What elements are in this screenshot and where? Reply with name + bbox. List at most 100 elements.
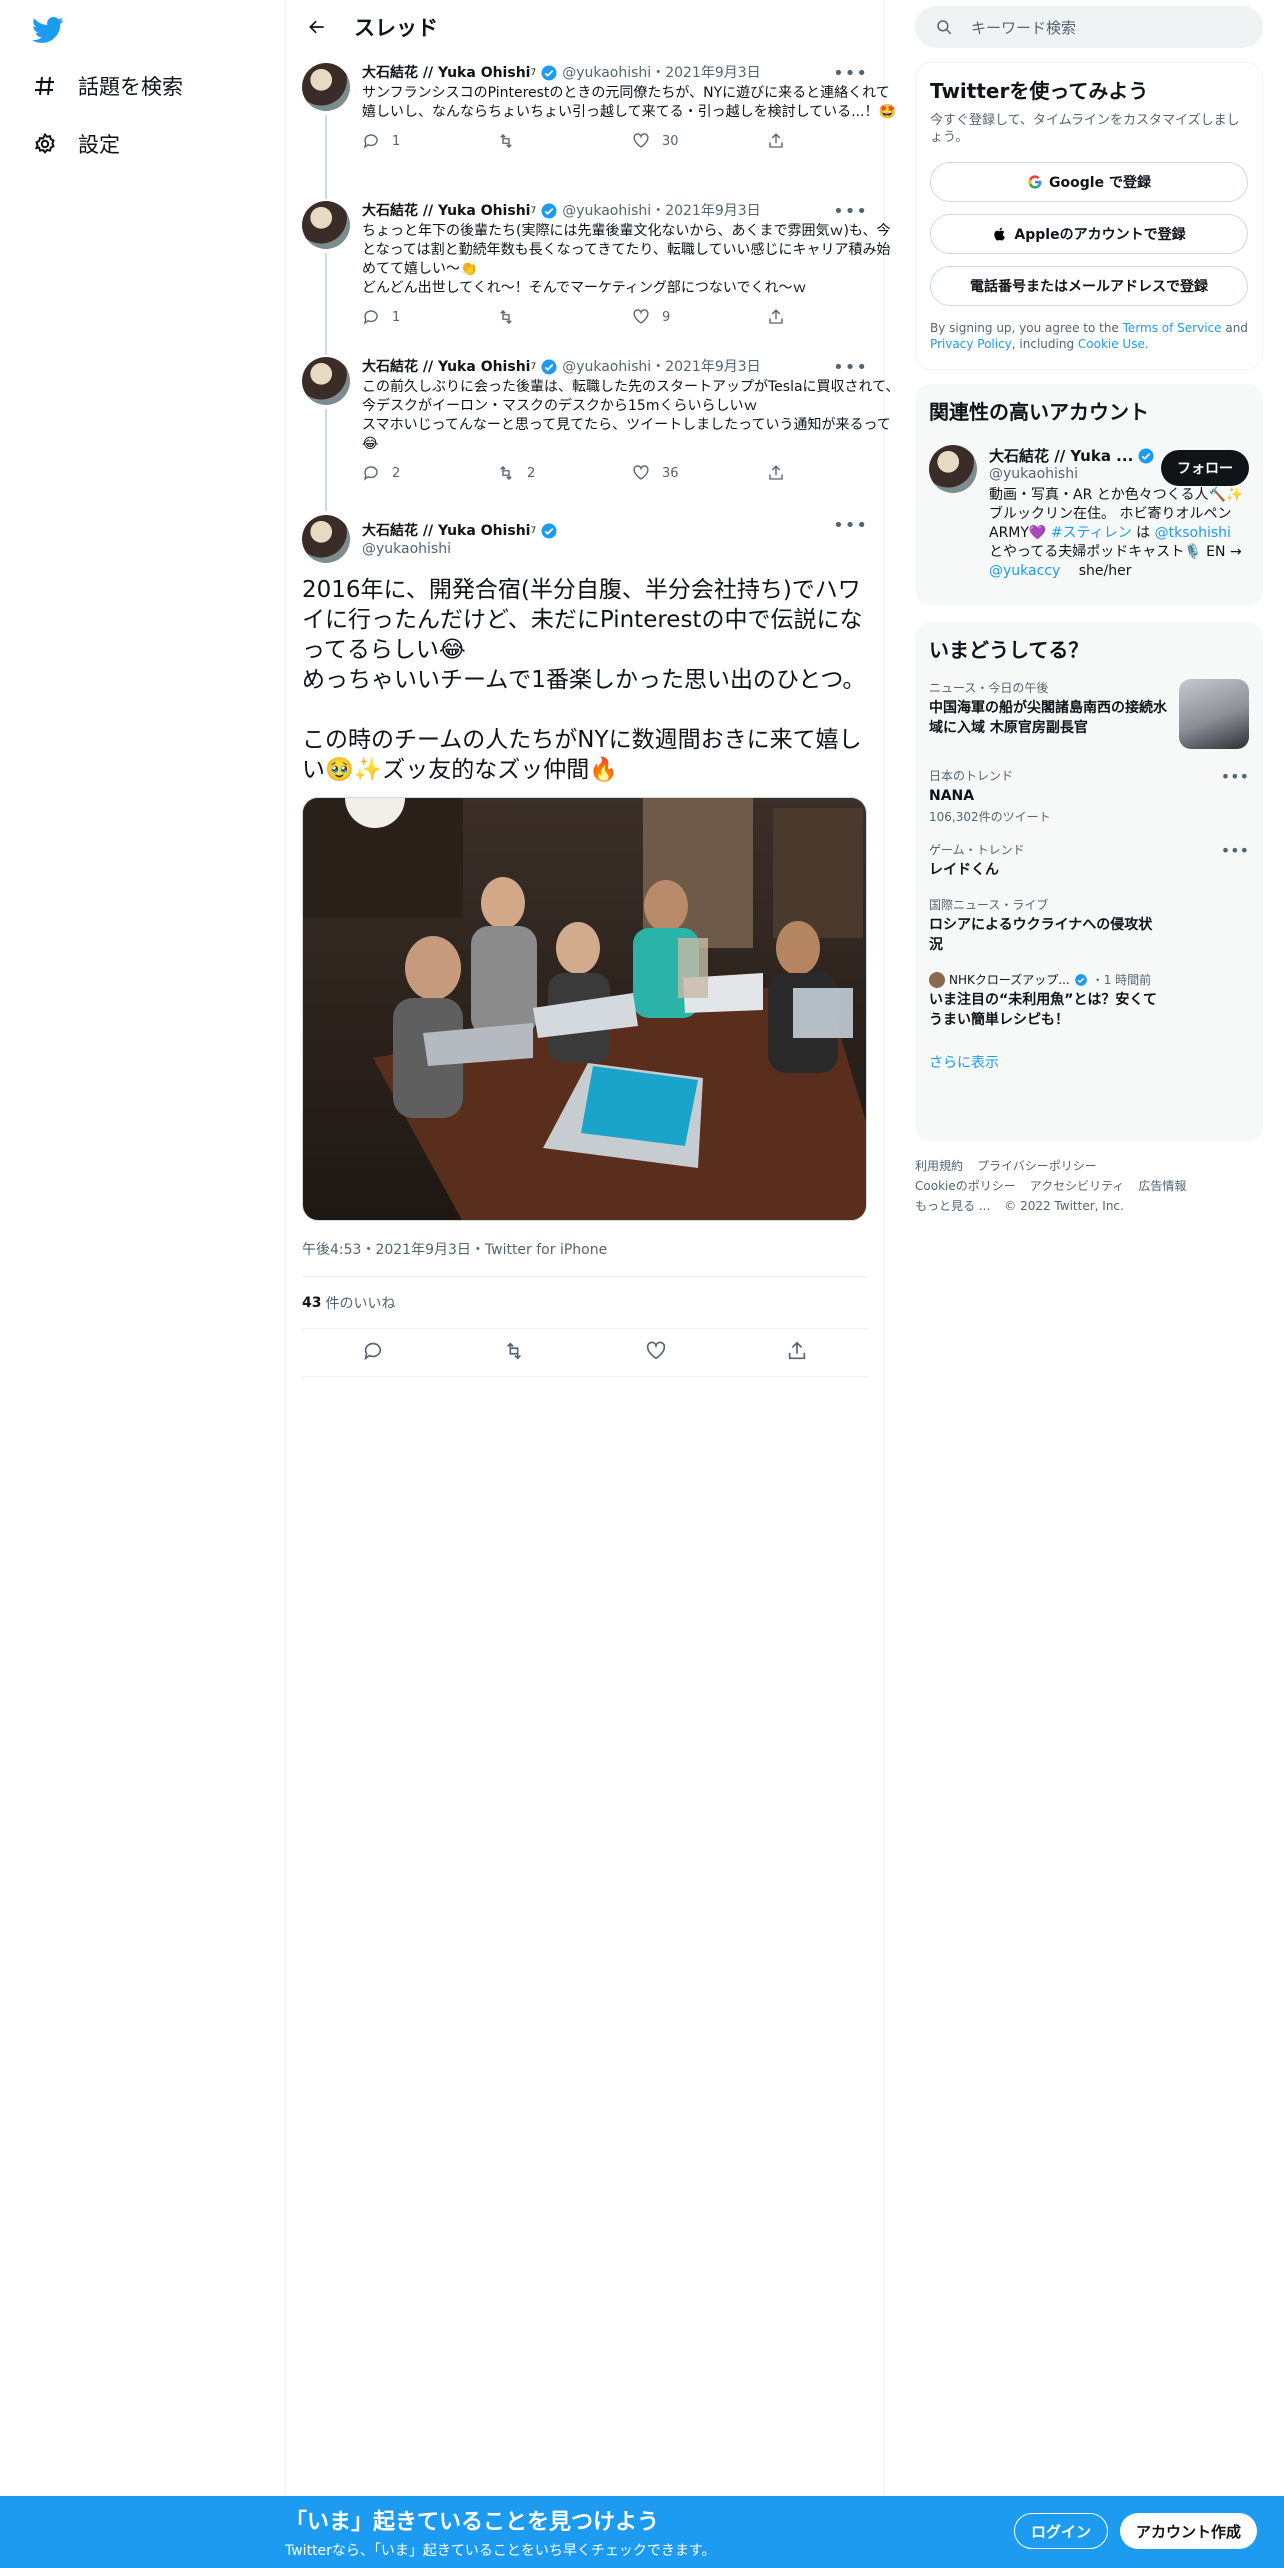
trend-title: 中国海軍の船が尖閣諸島南西の接続水域に入域 木原官房副長官 [929, 700, 1167, 736]
nav-explore[interactable]: 話題を検索 [32, 66, 183, 106]
share-button[interactable] [767, 308, 902, 326]
tweet-date[interactable]: 2021年9月3日 [665, 63, 760, 83]
more-options-icon[interactable]: ••• [833, 63, 868, 84]
author-handle[interactable]: @yukaohishi [362, 541, 562, 557]
tweet-date[interactable]: 2021年9月3日 [665, 201, 760, 221]
tweet-photo[interactable] [302, 797, 867, 1221]
bio-mention-link[interactable]: @tksohishi [1155, 525, 1231, 541]
reply-button[interactable]: 1 [362, 132, 497, 150]
google-signup-label: Google で登録 [1049, 175, 1151, 191]
show-more-link[interactable]: さらに表示 [929, 1052, 1249, 1072]
like-button[interactable]: 36 [632, 464, 767, 482]
trend-item[interactable]: 国際ニュース・ライブ ロシアによるウクライナへの侵攻状況 [929, 896, 1249, 955]
verified-badge-icon [541, 203, 557, 219]
footer-ads-link[interactable]: 広告情報 [1138, 1179, 1186, 1193]
avatar[interactable] [929, 445, 977, 493]
nav-settings[interactable]: 設定 [32, 124, 120, 164]
reply-button[interactable] [362, 1340, 384, 1366]
thread-tweet[interactable]: 大石結花 // Yuka Ohishi 7 @yukaohishi ・ 2021… [286, 347, 899, 511]
signup-terms: By signing up, you agree to the Terms of… [930, 320, 1248, 352]
thread-connector [325, 409, 327, 511]
avatar[interactable] [302, 201, 350, 249]
terms-and-text: and [1221, 321, 1248, 335]
reply-icon [364, 1342, 381, 1360]
author-handle[interactable]: @yukaohishi [562, 63, 651, 83]
tweet-meta[interactable]: 午後4:53・2021年9月3日・Twitter for iPhone [302, 1221, 868, 1277]
bio-hashtag-link[interactable]: #スティレン [1051, 525, 1132, 541]
author-handle[interactable]: @yukaohishi [562, 357, 651, 377]
trend-news-image [1179, 679, 1249, 749]
thread-connector [325, 253, 327, 355]
back-arrow-icon[interactable] [300, 10, 334, 44]
likes-summary[interactable]: 43 件のいいね [302, 1277, 868, 1329]
more-options-icon[interactable]: ••• [833, 357, 868, 378]
share-button[interactable] [767, 132, 902, 150]
author-name[interactable]: 大石結花 // Yuka Ohishi [362, 201, 530, 221]
tweet-text: 2016年に、開発合宿(半分自腹、半分会社持ち)でハワイに行ったんだけど、未だに… [302, 577, 866, 783]
trend-count: 106,302件のツイート [929, 810, 1051, 824]
apple-icon [994, 227, 1006, 241]
login-button[interactable]: ログイン [1014, 2513, 1109, 2549]
more-options-icon[interactable]: ••• [1221, 767, 1249, 786]
trend-item[interactable]: ゲーム・トレンド レイドくん ••• [929, 841, 1249, 880]
footer-terms-link[interactable]: 利用規約 [915, 1159, 963, 1173]
heart-icon [633, 309, 649, 324]
more-options-icon[interactable]: ••• [833, 515, 868, 536]
trend-item[interactable]: 日本のトレンド NANA 106,302件のツイート ••• [929, 767, 1249, 825]
reply-button[interactable]: 1 [362, 308, 497, 326]
like-button[interactable] [645, 1340, 667, 1366]
like-count: 30 [662, 133, 679, 149]
retweet-button[interactable] [497, 132, 632, 150]
reply-button[interactable]: 2 [362, 464, 497, 482]
trend-source-name: NHKクローズアップ... [949, 973, 1070, 987]
footer-privacy-link[interactable]: プライバシーポリシー [977, 1159, 1097, 1173]
author-name[interactable]: 大石結花 // Yuka Ohishi [362, 357, 530, 377]
search-input[interactable]: キーワード検索 [971, 17, 1076, 38]
search-icon [937, 20, 952, 35]
terms-link[interactable]: Terms of Service [1123, 321, 1222, 335]
phone-email-signup-button[interactable]: 電話番号またはメールアドレスで登録 [930, 266, 1248, 306]
like-button[interactable]: 9 [632, 308, 767, 326]
avatar[interactable] [302, 357, 350, 405]
more-options-icon[interactable]: ••• [1221, 841, 1249, 860]
tweet-text: ちょっと年下の後輩たち(実際には先輩後輩文化ないから、あくまで雰囲気ｗ)も、今と… [362, 223, 891, 296]
like-total-label: 件のいいね [325, 1295, 396, 1312]
more-options-icon[interactable]: ••• [833, 201, 868, 222]
cookie-link[interactable]: Cookie Use. [1078, 337, 1149, 351]
retweet-button[interactable] [503, 1340, 525, 1366]
footer-cookie-link[interactable]: Cookieのポリシー [915, 1179, 1016, 1193]
search-box[interactable]: キーワード検索 [915, 6, 1263, 48]
author-name[interactable]: 大石結花 // Yuka Ohishi [362, 521, 530, 541]
trend-item[interactable]: ニュース・今日の午後 中国海軍の船が尖閣諸島南西の接続水域に入域 木原官房副長官 [929, 679, 1249, 749]
tweet-text: この前久しぶりに会った後輩は、転職した先のスタートアップがTeslaに買収されて… [362, 379, 900, 452]
related-name[interactable]: 大石結花 // Yuka ... [989, 445, 1133, 466]
verified-badge-icon [541, 359, 557, 375]
share-icon [769, 309, 783, 324]
share-icon [769, 465, 783, 480]
author-name[interactable]: 大石結花 // Yuka Ohishi [362, 63, 530, 83]
thread-tweet[interactable]: 大石結花 // Yuka Ohishi 7 @yukaohishi ・ 2021… [286, 53, 896, 199]
share-button[interactable] [786, 1340, 808, 1366]
author-handle[interactable]: @yukaohishi [562, 201, 651, 221]
privacy-link[interactable]: Privacy Policy [930, 337, 1012, 351]
trend-item[interactable]: NHKクローズアップ... ・1 時間前 いま注目の“未利用魚”とは？安くてうま… [929, 971, 1249, 1030]
create-account-button[interactable]: アカウント作成 [1120, 2513, 1258, 2549]
footer-links: 利用規約 プライバシーポリシー Cookieのポリシー アクセシビリティ 広告情報 も… [915, 1156, 1245, 1216]
thread-tweet[interactable]: 大石結花 // Yuka Ohishi 7 @yukaohishi ・ 2021… [286, 191, 891, 355]
twitter-logo-icon[interactable] [32, 14, 64, 46]
footer-more-link[interactable]: もっと見る ... [915, 1199, 990, 1213]
apple-signup-button[interactable]: Appleのアカウントで登録 [930, 214, 1248, 254]
like-button[interactable]: 30 [632, 132, 767, 150]
avatar[interactable] [302, 515, 350, 563]
follow-button[interactable]: フォロー [1161, 450, 1249, 486]
retweet-button[interactable] [497, 308, 632, 326]
retweet-button[interactable]: 2 [497, 464, 632, 482]
bio-text: she/her [1060, 563, 1132, 579]
trends-title: いまどうしてる？ [929, 638, 1089, 662]
bio-mention-link[interactable]: @yukaccy [989, 563, 1060, 579]
footer-accessibility-link[interactable]: アクセシビリティ [1030, 1179, 1125, 1193]
share-button[interactable] [767, 464, 902, 482]
google-signup-button[interactable]: Google で登録 [930, 162, 1248, 202]
tweet-date[interactable]: 2021年9月3日 [665, 357, 760, 377]
avatar[interactable] [302, 63, 350, 111]
